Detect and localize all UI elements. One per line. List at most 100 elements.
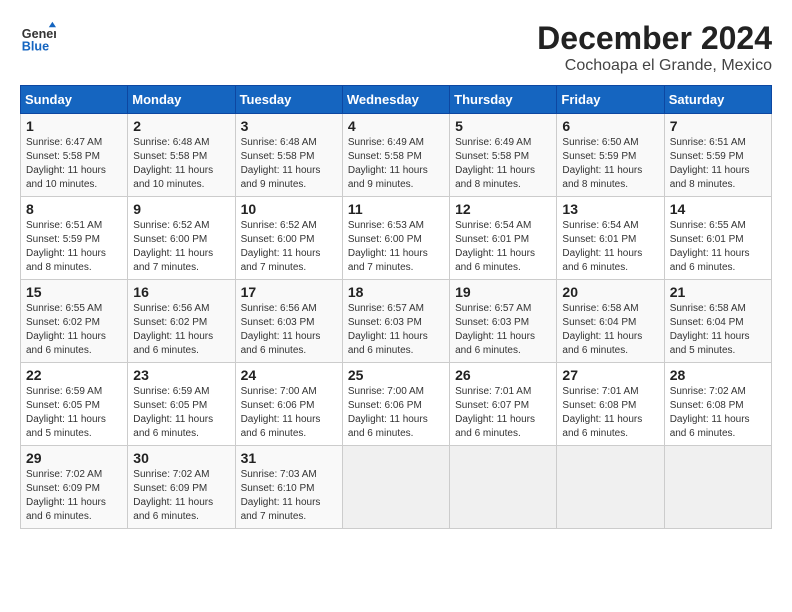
day-number: 2 [133, 118, 229, 134]
calendar-cell [342, 446, 449, 529]
day-info: Sunrise: 6:57 AM Sunset: 6:03 PM Dayligh… [455, 302, 551, 358]
calendar-cell: 6 Sunrise: 6:50 AM Sunset: 5:59 PM Daylig… [557, 114, 664, 197]
day-info: Sunrise: 6:57 AM Sunset: 6:03 PM Dayligh… [348, 302, 444, 358]
weekday-header-friday: Friday [557, 86, 664, 114]
calendar-cell: 1Sunrise: 6:47 AM Sunset: 5:58 PM Daylig… [21, 114, 128, 197]
calendar-cell: 19 Sunrise: 6:57 AM Sunset: 6:03 PM Dayli… [450, 280, 557, 363]
day-info: Sunrise: 7:00 AM Sunset: 6:06 PM Dayligh… [241, 385, 337, 441]
calendar-cell: 23 Sunrise: 6:59 AM Sunset: 6:05 PM Dayli… [128, 363, 235, 446]
calendar-cell: 17Sunrise: 6:56 AM Sunset: 6:03 PM Dayli… [235, 280, 342, 363]
logo: General Blue [20, 20, 56, 56]
header: General Blue December 2024 Cochoapa el G… [20, 20, 772, 75]
calendar-cell: 8Sunrise: 6:51 AM Sunset: 5:59 PM Daylig… [21, 197, 128, 280]
calendar-cell [557, 446, 664, 529]
day-info: Sunrise: 7:02 AM Sunset: 6:08 PM Dayligh… [670, 385, 766, 441]
day-number: 15 [26, 284, 122, 300]
calendar-cell: 28 Sunrise: 7:02 AM Sunset: 6:08 PM Dayli… [664, 363, 771, 446]
calendar-cell: 27 Sunrise: 7:01 AM Sunset: 6:08 PM Dayli… [557, 363, 664, 446]
day-number: 1 [26, 118, 122, 134]
calendar-body: 1Sunrise: 6:47 AM Sunset: 5:58 PM Daylig… [21, 114, 772, 529]
day-number: 17 [241, 284, 337, 300]
calendar-cell: 29Sunrise: 7:02 AM Sunset: 6:09 PM Dayli… [21, 446, 128, 529]
calendar-cell: 18 Sunrise: 6:57 AM Sunset: 6:03 PM Dayli… [342, 280, 449, 363]
day-info: Sunrise: 7:02 AM Sunset: 6:09 PM Dayligh… [133, 468, 229, 524]
calendar-cell: 15 Sunrise: 6:55 AM Sunset: 6:02 PM Dayli… [21, 280, 128, 363]
calendar-week-2: 8Sunrise: 6:51 AM Sunset: 5:59 PM Daylig… [21, 197, 772, 280]
day-info: Sunrise: 7:00 AM Sunset: 6:06 PM Dayligh… [348, 385, 444, 441]
calendar-cell: 11 Sunrise: 6:53 AM Sunset: 6:00 PM Dayli… [342, 197, 449, 280]
day-number: 9 [133, 201, 229, 217]
weekday-header-saturday: Saturday [664, 86, 771, 114]
weekday-header-thursday: Thursday [450, 86, 557, 114]
calendar-week-3: 15 Sunrise: 6:55 AM Sunset: 6:02 PM Dayli… [21, 280, 772, 363]
calendar-cell: 26 Sunrise: 7:01 AM Sunset: 6:07 PM Dayli… [450, 363, 557, 446]
day-info: Sunrise: 6:56 AM Sunset: 6:02 PM Dayligh… [133, 302, 229, 358]
svg-text:Blue: Blue [22, 40, 49, 54]
day-info: Sunrise: 7:01 AM Sunset: 6:08 PM Dayligh… [562, 385, 658, 441]
calendar-cell: 16 Sunrise: 6:56 AM Sunset: 6:02 PM Dayli… [128, 280, 235, 363]
day-number: 27 [562, 367, 658, 383]
day-number: 6 [562, 118, 658, 134]
weekday-header-sunday: Sunday [21, 86, 128, 114]
day-info: Sunrise: 6:50 AM Sunset: 5:59 PM Dayligh… [562, 136, 658, 192]
day-number: 19 [455, 284, 551, 300]
calendar-cell: 14Sunrise: 6:55 AM Sunset: 6:01 PM Dayli… [664, 197, 771, 280]
day-info: Sunrise: 6:58 AM Sunset: 6:04 PM Dayligh… [670, 302, 766, 358]
calendar-week-5: 29 Sunrise: 7:02 AM Sunset: 6:09 PM Dayli… [21, 446, 772, 529]
calendar-header: SundayMondayTuesdayWednesdayThursdayFrid… [21, 86, 772, 114]
calendar-cell: 7Sunrise: 6:51 AM Sunset: 5:59 PM Daylig… [664, 114, 771, 197]
calendar-cell: 13 Sunrise: 6:54 AM Sunset: 6:01 PM Dayli… [557, 197, 664, 280]
day-info: Sunrise: 6:55 AM Sunset: 6:02 PM Dayligh… [26, 302, 122, 358]
day-info: Sunrise: 6:58 AM Sunset: 6:04 PM Dayligh… [562, 302, 658, 358]
calendar-cell: 25 Sunrise: 7:00 AM Sunset: 6:06 PM Dayli… [342, 363, 449, 446]
day-number: 30 [133, 450, 229, 466]
calendar-cell: 5 Sunrise: 6:49 AM Sunset: 5:58 PM Daylig… [450, 114, 557, 197]
day-number: 28 [670, 367, 766, 383]
day-number: 10 [241, 201, 337, 217]
day-info: Sunrise: 6:53 AM Sunset: 6:00 PM Dayligh… [348, 219, 444, 275]
day-info: Sunrise: 6:59 AM Sunset: 6:05 PM Dayligh… [133, 385, 229, 441]
day-number: 21 [670, 284, 766, 300]
calendar-cell: 4Sunrise: 6:49 AM Sunset: 5:58 PM Daylig… [342, 114, 449, 197]
day-info: Sunrise: 6:51 AM Sunset: 5:59 PM Dayligh… [670, 136, 766, 192]
day-info: Sunrise: 6:49 AM Sunset: 5:58 PM Dayligh… [455, 136, 551, 192]
weekday-header-tuesday: Tuesday [235, 86, 342, 114]
calendar-cell: 9 Sunrise: 6:52 AM Sunset: 6:00 PM Daylig… [128, 197, 235, 280]
day-info: Sunrise: 6:49 AM Sunset: 5:58 PM Dayligh… [348, 136, 444, 192]
calendar-cell: 24Sunrise: 7:00 AM Sunset: 6:06 PM Dayli… [235, 363, 342, 446]
location-subtitle: Cochoapa el Grande, Mexico [537, 57, 772, 75]
day-info: Sunrise: 6:54 AM Sunset: 6:01 PM Dayligh… [455, 219, 551, 275]
calendar-cell: 31Sunrise: 7:03 AM Sunset: 6:10 PM Dayli… [235, 446, 342, 529]
day-info: Sunrise: 7:01 AM Sunset: 6:07 PM Dayligh… [455, 385, 551, 441]
day-number: 16 [133, 284, 229, 300]
day-number: 25 [348, 367, 444, 383]
day-number: 13 [562, 201, 658, 217]
day-number: 31 [241, 450, 337, 466]
calendar-cell: 12Sunrise: 6:54 AM Sunset: 6:01 PM Dayli… [450, 197, 557, 280]
calendar-week-1: 1Sunrise: 6:47 AM Sunset: 5:58 PM Daylig… [21, 114, 772, 197]
day-number: 11 [348, 201, 444, 217]
calendar-cell: 10Sunrise: 6:52 AM Sunset: 6:00 PM Dayli… [235, 197, 342, 280]
weekday-header-monday: Monday [128, 86, 235, 114]
calendar-cell: 22Sunrise: 6:59 AM Sunset: 6:05 PM Dayli… [21, 363, 128, 446]
day-number: 3 [241, 118, 337, 134]
month-title: December 2024 [537, 20, 772, 57]
calendar-table: SundayMondayTuesdayWednesdayThursdayFrid… [20, 85, 772, 529]
title-area: December 2024 Cochoapa el Grande, Mexico [537, 20, 772, 75]
calendar-cell: 2Sunrise: 6:48 AM Sunset: 5:58 PM Daylig… [128, 114, 235, 197]
day-number: 26 [455, 367, 551, 383]
day-number: 14 [670, 201, 766, 217]
day-number: 29 [26, 450, 122, 466]
calendar-cell: 20 Sunrise: 6:58 AM Sunset: 6:04 PM Dayli… [557, 280, 664, 363]
calendar-cell: 3 Sunrise: 6:48 AM Sunset: 5:58 PM Daylig… [235, 114, 342, 197]
day-info: Sunrise: 6:54 AM Sunset: 6:01 PM Dayligh… [562, 219, 658, 275]
day-number: 18 [348, 284, 444, 300]
day-number: 8 [26, 201, 122, 217]
day-info: Sunrise: 6:52 AM Sunset: 6:00 PM Dayligh… [133, 219, 229, 275]
day-number: 5 [455, 118, 551, 134]
day-number: 20 [562, 284, 658, 300]
day-number: 23 [133, 367, 229, 383]
day-number: 22 [26, 367, 122, 383]
day-info: Sunrise: 6:48 AM Sunset: 5:58 PM Dayligh… [241, 136, 337, 192]
calendar-cell: 21 Sunrise: 6:58 AM Sunset: 6:04 PM Dayli… [664, 280, 771, 363]
